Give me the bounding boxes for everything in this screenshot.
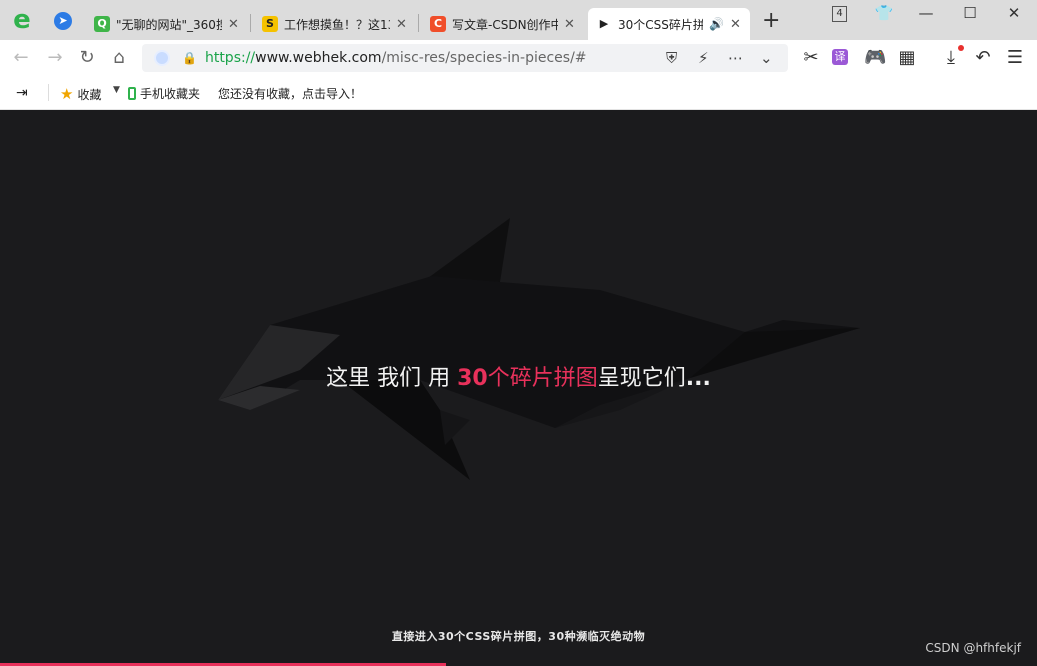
- forward-arrow-icon[interactable]: →: [44, 47, 66, 68]
- tab-4-active[interactable]: ▶ 30个CSS碎片拼图 🔊 ✕: [588, 8, 750, 40]
- tab-3-title: 写文章-CSDN创作中: [452, 17, 558, 32]
- chevron-down-icon[interactable]: ⌄: [760, 49, 773, 67]
- download-notification-dot: [958, 45, 964, 51]
- new-tab-button[interactable]: +: [762, 8, 780, 33]
- tab-divider: [250, 14, 251, 32]
- tab-audio-icon[interactable]: 🔊: [709, 17, 724, 31]
- undo-icon[interactable]: ↶: [972, 47, 994, 68]
- menu-icon[interactable]: ☰: [1004, 47, 1026, 68]
- favorites-dropdown-icon[interactable]: ▼: [113, 85, 120, 95]
- address-bar[interactable]: 🔒 https:// www.webhek.com /misc-res/spec…: [142, 44, 788, 72]
- site-security-icon[interactable]: [154, 50, 170, 66]
- translate-icon[interactable]: 译: [832, 49, 848, 65]
- tab-2-favicon-icon: S: [262, 16, 278, 32]
- lock-icon[interactable]: 🔒: [182, 51, 197, 65]
- lightning-icon[interactable]: ⚡: [698, 49, 709, 67]
- sidebar-toggle-icon[interactable]: ⇥: [16, 85, 28, 101]
- shark-dorsal-fin: [428, 218, 510, 282]
- intro-headline: 这里 我们 用 30个碎片拼图呈现它们...: [0, 360, 1037, 392]
- tab-2[interactable]: S 工作想摸鱼！？这13 ✕: [254, 8, 416, 40]
- tracker-block-icon[interactable]: ⛨: [666, 49, 677, 67]
- tab-3-close-icon[interactable]: ✕: [564, 17, 576, 32]
- game-controller-icon[interactable]: 🎮: [864, 47, 886, 68]
- maximize-button[interactable]: ☐: [958, 4, 982, 22]
- home-icon[interactable]: ⌂: [108, 47, 130, 68]
- shark-pelvic-fin: [440, 410, 470, 445]
- tab-2-title: 工作想摸鱼！？这13: [284, 17, 390, 32]
- reload-icon[interactable]: ↻: [76, 47, 98, 68]
- skip-intro-link[interactable]: 直接进入30个CSS碎片拼图，30种濒临灭绝动物: [0, 628, 1037, 644]
- import-bookmarks-hint[interactable]: 您还没有收藏，点击导入！: [218, 85, 362, 102]
- star-icon: ★: [60, 85, 74, 103]
- tab-4-close-icon[interactable]: ✕: [730, 17, 742, 32]
- bookmarks-bar: ⇥ ★ 收藏 ▼ 手机收藏夹 您还没有收藏，点击导入！: [0, 76, 1037, 110]
- tab-strip: e ➤ Q "无聊的网站"_360搜 ✕ S 工作想摸鱼！？这13 ✕ C 写文…: [0, 0, 1037, 40]
- minimize-button[interactable]: —: [914, 4, 938, 22]
- mobile-favorites-label: 手机收藏夹: [140, 87, 201, 101]
- url-path: /misc-res/species-in-pieces/#: [381, 50, 587, 66]
- pinned-tab-navigation-icon[interactable]: ➤: [54, 12, 72, 30]
- headline-lead: 这里 我们 用: [326, 366, 458, 391]
- page-content: 这里 我们 用 30个碎片拼图呈现它们... 直接进入30个CSS碎片拼图，30…: [0, 110, 1037, 666]
- tab-2-close-icon[interactable]: ✕: [396, 17, 408, 32]
- headline-number: 30: [457, 366, 488, 391]
- tab-1-title: "无聊的网站"_360搜: [116, 17, 222, 32]
- navigation-toolbar: ← → ↻ ⌂ 🔒 https:// www.webhek.com /misc-…: [0, 40, 1037, 76]
- phone-icon: [128, 87, 136, 100]
- url-scheme: https://: [204, 50, 256, 66]
- browser-logo-icon[interactable]: e: [8, 6, 36, 34]
- tab-4-title: 30个CSS碎片拼图: [618, 17, 704, 32]
- shirt-skin-icon[interactable]: 👕: [872, 4, 896, 22]
- mobile-favorites-folder[interactable]: 手机收藏夹: [128, 85, 200, 102]
- bookmark-divider: [48, 84, 49, 101]
- tab-1[interactable]: Q "无聊的网站"_360搜 ✕: [86, 8, 248, 40]
- tab-4-favicon-icon: ▶: [599, 17, 609, 30]
- headline-dots: ...: [685, 366, 711, 391]
- csdn-watermark: CSDN @hfhfekjf: [925, 641, 1021, 655]
- apps-grid-icon[interactable]: ▦: [896, 47, 918, 68]
- tab-3[interactable]: C 写文章-CSDN创作中 ✕: [422, 8, 584, 40]
- url-host: www.webhek.com: [255, 50, 382, 66]
- headline-accent: 个碎片拼图: [487, 366, 598, 391]
- tab-1-favicon-icon: Q: [94, 16, 110, 32]
- favorites-folder[interactable]: ★ 收藏: [60, 85, 101, 103]
- tab-divider: [418, 14, 419, 32]
- tab-1-close-icon[interactable]: ✕: [228, 17, 240, 32]
- tab-3-favicon-icon: C: [430, 16, 446, 32]
- tab-count-badge[interactable]: 4: [832, 6, 847, 22]
- headline-tail: 呈现它们: [597, 366, 686, 391]
- more-dots-icon[interactable]: ⋯: [728, 49, 743, 67]
- favorites-label: 收藏: [77, 87, 102, 102]
- close-window-button[interactable]: ✕: [1002, 4, 1026, 22]
- back-arrow-icon[interactable]: ←: [10, 47, 32, 68]
- scissors-icon[interactable]: ✂: [800, 47, 822, 68]
